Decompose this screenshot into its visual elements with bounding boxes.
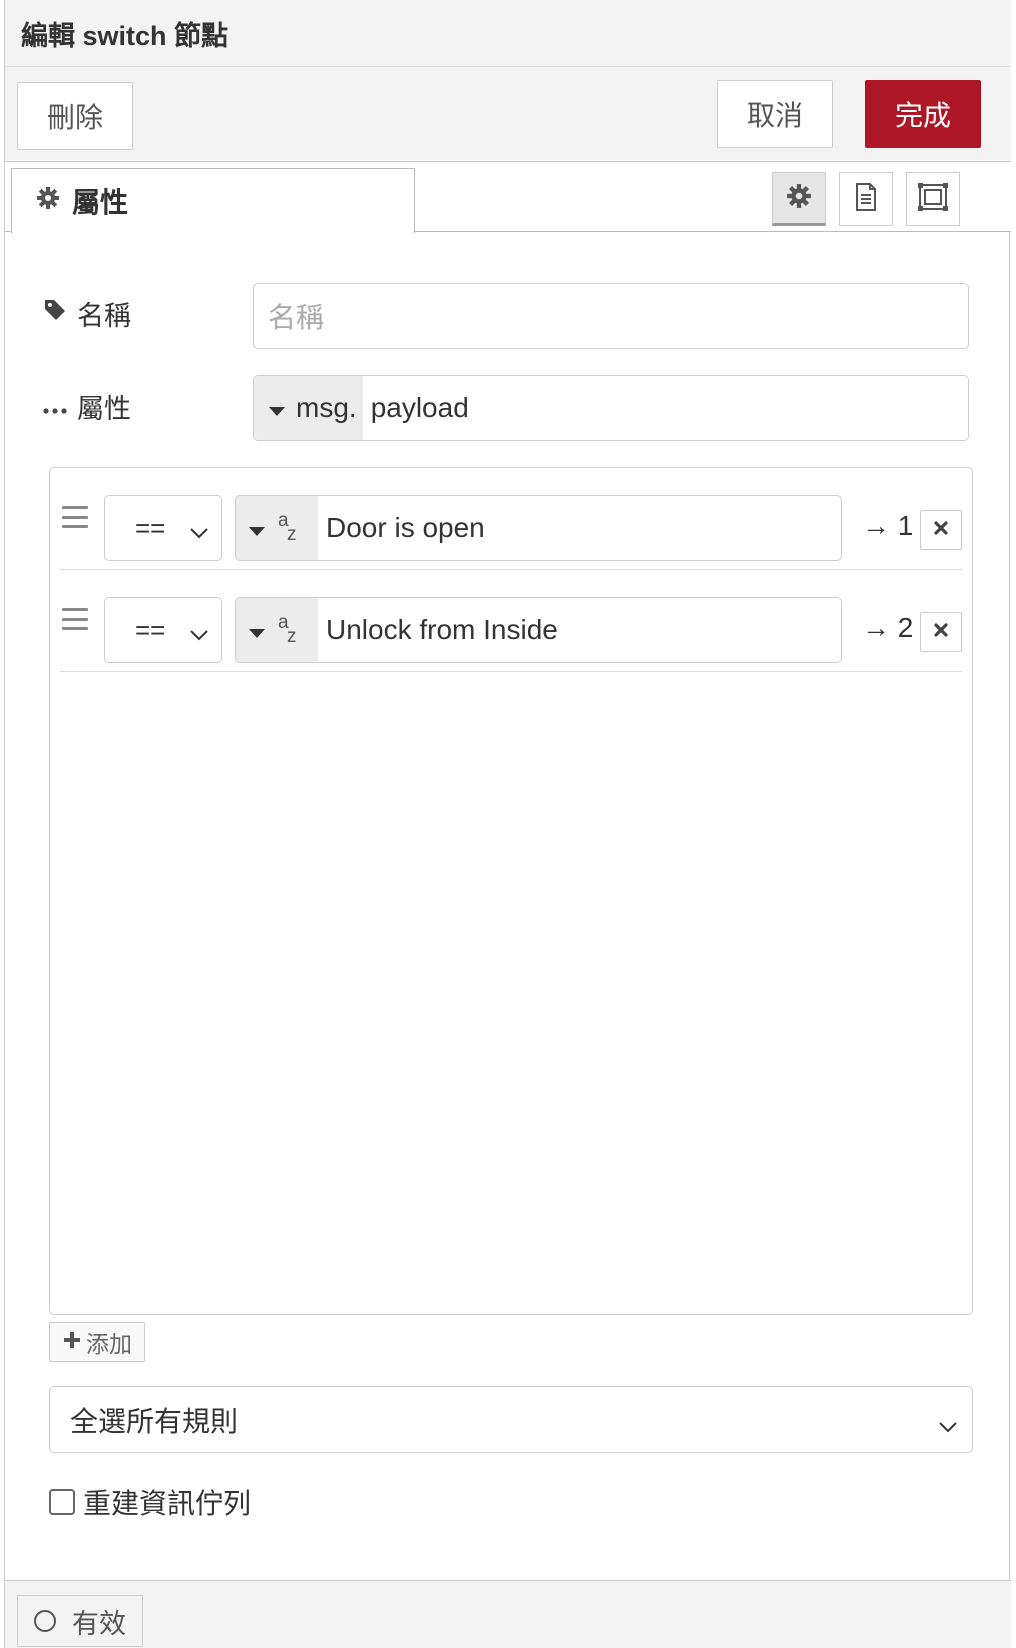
tab-properties-label: 屬性	[72, 187, 129, 218]
remove-rule-button[interactable]	[920, 510, 962, 550]
close-icon	[933, 622, 949, 643]
rules-list: == a z Door is open → 1 == a z Unlock fr…	[49, 467, 973, 1315]
repair-sequences-label: 重建資訊佇列	[83, 1488, 252, 1519]
editor-footer: 有效	[5, 1580, 1011, 1648]
ellipsis-icon	[43, 391, 67, 422]
rule-type-selector[interactable]: a z	[236, 496, 318, 560]
delete-button[interactable]: 刪除	[17, 82, 133, 150]
repair-sequences-option: 重建資訊佇列	[49, 1482, 251, 1522]
node-enabled-label: 有效	[72, 1608, 126, 1639]
document-icon	[854, 182, 878, 216]
tab-properties[interactable]: 屬性	[11, 168, 415, 233]
tag-icon	[43, 298, 67, 329]
string-type-icon: a z	[278, 510, 297, 545]
rule-type-selector[interactable]: a z	[236, 598, 318, 662]
rule-operator-select[interactable]: ==	[104, 495, 222, 561]
property-type-selector[interactable]: msg.	[254, 376, 363, 440]
node-appearance-icon	[918, 182, 948, 216]
rule-row: == a z Door is open → 1	[60, 468, 962, 570]
remove-rule-button[interactable]	[920, 612, 962, 652]
drag-handle-icon[interactable]	[62, 506, 88, 528]
tab-description-button[interactable]	[839, 172, 893, 226]
editor-title: 編輯 switch 節點	[21, 21, 229, 51]
add-rule-button[interactable]: 添加	[49, 1322, 145, 1362]
string-type-icon: a z	[278, 612, 297, 647]
name-label-text: 名稱	[77, 301, 131, 331]
rule-output-label: → 2	[862, 612, 914, 643]
rule-operator-select[interactable]: ==	[104, 597, 222, 663]
property-label: 屬性	[43, 387, 131, 426]
rule-output-label: → 1	[862, 510, 914, 541]
drag-handle-icon[interactable]	[62, 608, 88, 630]
chevron-down-icon	[189, 618, 209, 649]
property-input[interactable]: msg. payload	[253, 375, 969, 441]
rule-value-input[interactable]: a z Door is open	[235, 495, 842, 561]
rule-value-text: Unlock from Inside	[326, 614, 558, 645]
add-rule-label: 添加	[86, 1331, 132, 1357]
name-label: 名稱	[43, 294, 131, 333]
tab-settings-button[interactable]	[772, 172, 826, 226]
rule-check-mode-select[interactable]: 全選所有規則	[49, 1386, 973, 1453]
rule-operator-value: ==	[135, 614, 166, 645]
editor-toolbar: 刪除 取消 完成	[5, 67, 1011, 162]
property-label-text: 屬性	[77, 394, 131, 424]
tab-appearance-button[interactable]	[906, 172, 960, 226]
repair-sequences-checkbox[interactable]	[49, 1489, 75, 1515]
rule-value-text: Door is open	[326, 512, 485, 543]
close-icon	[933, 520, 949, 541]
name-input[interactable]: 名稱	[253, 283, 969, 349]
done-button[interactable]: 完成	[865, 80, 981, 148]
plus-icon	[62, 1329, 82, 1356]
node-enabled-toggle[interactable]: 有效	[17, 1595, 143, 1647]
caret-down-icon	[248, 512, 266, 544]
property-type-prefix: msg.	[296, 392, 357, 423]
name-input-placeholder: 名稱	[268, 302, 325, 333]
rule-check-mode-value: 全選所有規則	[70, 1405, 239, 1437]
chevron-down-icon	[189, 516, 209, 547]
caret-down-icon	[268, 392, 286, 424]
rule-value-input[interactable]: a z Unlock from Inside	[235, 597, 842, 663]
property-value: payload	[370, 392, 469, 423]
chevron-down-icon	[938, 1409, 958, 1441]
gear-icon	[786, 183, 812, 214]
cancel-button[interactable]: 取消	[717, 80, 833, 148]
circle-icon	[34, 1610, 56, 1632]
gear-icon	[36, 185, 60, 217]
editor-tabs: 屬性	[5, 162, 1011, 233]
caret-down-icon	[248, 614, 266, 646]
rule-operator-value: ==	[135, 512, 166, 543]
rule-row: == a z Unlock from Inside → 2	[60, 570, 962, 672]
editor-titlebar: 編輯 switch 節點	[5, 0, 1011, 67]
editor-tray: 編輯 switch 節點 刪除 取消 完成 屬性 名稱 名稱 屬性 msg. p…	[4, 0, 1011, 1648]
